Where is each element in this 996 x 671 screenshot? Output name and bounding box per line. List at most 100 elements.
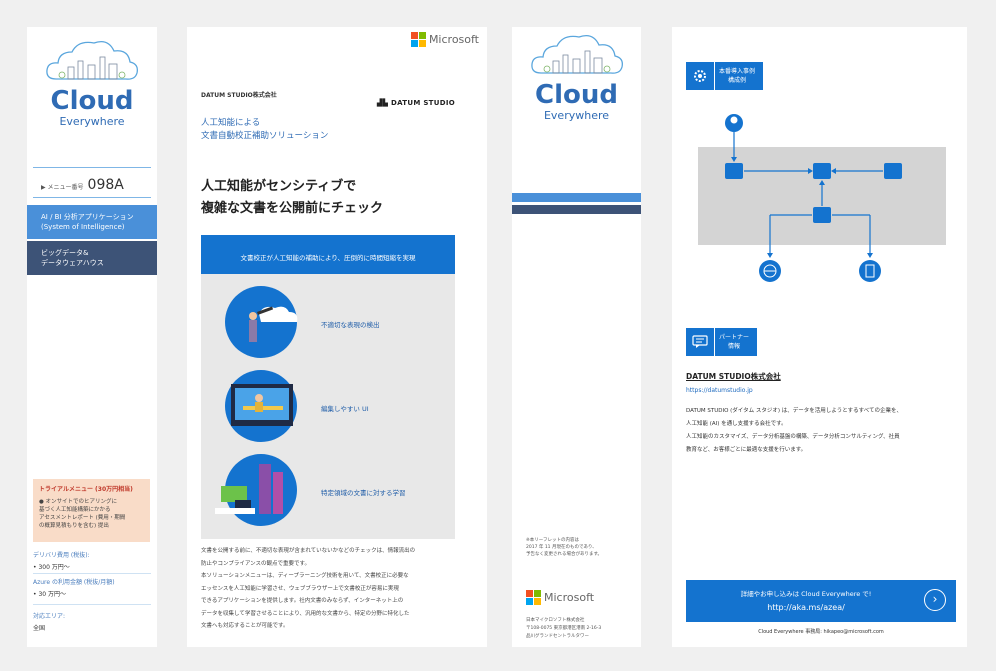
body-line: できるアプリケーションを提供します。社内文書のみならず、インターネット上の <box>201 598 404 604</box>
case-title-line: 本番導入事例 <box>719 68 756 75</box>
apply-cta-button[interactable]: 詳細やお申し込みは Cloud Everywhere で! http://aka… <box>686 580 956 622</box>
datum-studio-logo: ▟▙ DATUM STUDIO <box>377 99 455 107</box>
area-value: 全国 <box>33 625 46 632</box>
case-section-title: 本番導入事例 構成例 <box>715 62 764 90</box>
cloud-everywhere-logo: Cloud Everywhere <box>512 29 641 122</box>
desc-line: DATUM STUDIO (ダイタム スタジオ) は、データを活用しようとするす… <box>686 408 902 414</box>
microsoft-wordmark: Microsoft <box>428 33 479 46</box>
menu-number: ▶ メニュー番号 098A <box>41 177 124 193</box>
body-line: エッセンスを人工知能に学習させ、ウェブブラウザー上で文書校正が容易に実現 <box>201 585 399 592</box>
case-partner-panel: 本番導入事例 構成例 パートナー 情報 DATUM STUDIO株式会社 htt… <box>672 27 967 647</box>
category-line: (System of Intelligence) <box>41 223 125 231</box>
address-line: 品川グランドセントラルタワー <box>526 634 589 639</box>
feature-detection: 不適切な表現の検出 <box>201 282 455 362</box>
chevron-right-icon: › <box>924 589 946 611</box>
brochure-title: 人工知能がセンシティブで 複雑な文書を公開前にチェック <box>201 176 383 220</box>
company-name: DATUM STUDIO株式会社 <box>201 92 277 99</box>
azure-fee-label: Azure の利用金額 (税抜/月額) <box>33 579 115 586</box>
brochure-body-text: 文書を公開する前に、不適切な表現が含まれていないかなどのチェックは、情報流出の … <box>201 545 461 633</box>
note-line: ※本リーフレットの内容は <box>526 538 579 543</box>
category-line: AI / BI 分析アプリケーション <box>41 213 134 221</box>
delivery-fee-label: デリバリ費用 (税抜): <box>33 552 90 559</box>
partner-title-line: 情報 <box>728 343 741 350</box>
brochure-panel: Microsoft DATUM STUDIO株式会社 ▟▙ DATUM STUD… <box>187 27 487 647</box>
category-ai-bi: AI / BI 分析アプリケーション (System of Intelligen… <box>27 205 157 239</box>
microsoft-logo: Microsoft <box>410 32 479 47</box>
everywhere-word: Everywhere <box>59 115 125 128</box>
cloud-word: Cloud <box>50 86 134 116</box>
category-line: ビッグデータ& <box>41 249 89 257</box>
subtitle-line: 人工知能による <box>201 118 261 128</box>
telescope-person-icon <box>225 286 298 358</box>
features-box: 不適切な表現の検出 編集しやすい UI 特定領域の文書に対する学習 <box>201 274 455 539</box>
category-big-data: ビッグデータ& データウェアハウス <box>27 241 157 275</box>
feature-learning: 特定領域の文書に対する学習 <box>201 450 455 530</box>
partner-name: DATUM STUDIO株式会社 <box>686 372 781 381</box>
contact-info: Cloud Everywhere 事務局: hikapeo@microsoft.… <box>758 629 884 635</box>
monitor-icon <box>225 370 297 442</box>
microsoft-squares-icon <box>526 590 541 605</box>
partner-section-title: パートナー 情報 <box>715 328 758 356</box>
body-line: 文書へも対応することが可能です。 <box>201 623 289 629</box>
title-line: 人工知能がセンシティブで <box>201 179 357 194</box>
divider <box>33 167 151 168</box>
trial-body: ● オンサイトでのヒアリングに 基づく人工知能構築にかかる アセスメントレポート… <box>39 498 144 530</box>
trial-line: 基づく人工知能構築にかかる <box>39 507 111 513</box>
partner-url-link[interactable]: https://datumstudio.jp <box>686 387 753 394</box>
datum-wordmark: DATUM STUDIO <box>390 99 455 107</box>
area-label: 対応エリア: <box>33 613 66 620</box>
note-line: 2017 年 11 月現在のものであり、 <box>526 545 597 550</box>
datum-icon: ▟▙ <box>376 99 391 107</box>
everywhere-word: Everywhere <box>543 109 610 122</box>
architecture-diagram <box>686 99 956 297</box>
cloud-city-icon <box>46 40 138 80</box>
partner-title-line: パートナー <box>719 334 750 341</box>
microsoft-wordmark: Microsoft <box>544 591 595 604</box>
menu-number-label: ▶ メニュー番号 <box>41 184 84 191</box>
divider <box>33 573 151 574</box>
chat-icon <box>686 328 714 356</box>
partner-description: DATUM STUDIO (ダイタム スタジオ) は、データを活用しようとするす… <box>686 405 961 457</box>
note-line: 予告なく変更される場合があります。 <box>526 552 603 557</box>
menu-sidebar-panel: Cloud Everywhere ▶ メニュー番号 098A AI / BI 分析… <box>27 27 157 647</box>
address-line: 日本マイクロソフト株式会社 <box>526 618 585 623</box>
body-line: データを収集して学習させることにより、汎用的な文書から、特定の分野に特化した <box>201 610 410 617</box>
trial-line: アセスメントレポート (費用・期間 <box>39 515 126 521</box>
trial-line: の概算見積もりを含む) 提出 <box>39 523 109 529</box>
feature-label: 編集しやすい UI <box>321 405 369 413</box>
solution-subtitle: 人工知能による 文書自動校正補助ソリューション <box>201 117 328 143</box>
desc-line: 教育など、お客様ごとに最適な支援を行います。 <box>686 447 807 453</box>
feature-label: 特定領域の文書に対する学習 <box>321 489 406 497</box>
company-address: 日本マイクロソフト株式会社 〒108-0075 東京都港区港南 2-16-3 品… <box>526 617 636 641</box>
city-learning-icon <box>215 454 297 526</box>
microsoft-logo: Microsoft <box>526 590 594 605</box>
menu-number-value: 098A <box>87 177 124 193</box>
trial-menu-box: トライアルメニュー (30万円相当) ● オンサイトでのヒアリングに 基づく人工… <box>33 479 150 542</box>
architecture-diagram-svg <box>698 114 946 282</box>
microsoft-squares-icon <box>410 32 426 47</box>
azure-fee-value: • 30 万円〜 <box>33 591 66 598</box>
accent-bar <box>512 205 641 214</box>
benefit-banner: 文書校正が人工知能の補助により、圧倒的に時間短縮を実現 <box>201 235 455 274</box>
trial-title: トライアルメニュー (30万円相当) <box>39 486 133 493</box>
cloud-city-icon <box>530 34 623 74</box>
desc-line: 人工知能のカスタマイズ、データ分析基盤の構築、データ分析コンサルティング、社員 <box>686 434 900 440</box>
disclaimer-note: ※本リーフレットの内容は 2017 年 11 月現在のものであり、 予告なく変更… <box>526 537 636 558</box>
subtitle-line: 文書自動校正補助ソリューション <box>201 131 329 141</box>
case-title-line: 構成例 <box>728 77 747 84</box>
body-line: 防止やコンプライアンスの観点で重要です。 <box>201 560 310 567</box>
category-line: データウェアハウス <box>41 259 104 267</box>
cloud-everywhere-logo: Cloud Everywhere <box>27 35 157 128</box>
cta-url: http://aka.ms/azea/ <box>767 603 845 612</box>
cta-text: 詳細やお申し込みは Cloud Everywhere で! <box>740 590 872 598</box>
trial-line: ● オンサイトでのヒアリングに <box>39 499 118 505</box>
gear-icon <box>686 62 714 90</box>
divider <box>33 197 151 198</box>
delivery-fee-value: • 300 万円〜 <box>33 564 70 571</box>
divider <box>33 604 151 605</box>
partner-section-header: パートナー 情報 <box>686 328 758 356</box>
feature-ui: 編集しやすい UI <box>201 366 455 446</box>
body-line: 文書を公開する前に、不適切な表現が含まれていないかなどのチェックは、情報流出の <box>201 548 416 554</box>
cover-panel: Cloud Everywhere ※本リーフレットの内容は 2017 年 11 … <box>512 27 641 647</box>
desc-line: 人工知能 (AI) を通し支援する会社です。 <box>686 421 787 427</box>
